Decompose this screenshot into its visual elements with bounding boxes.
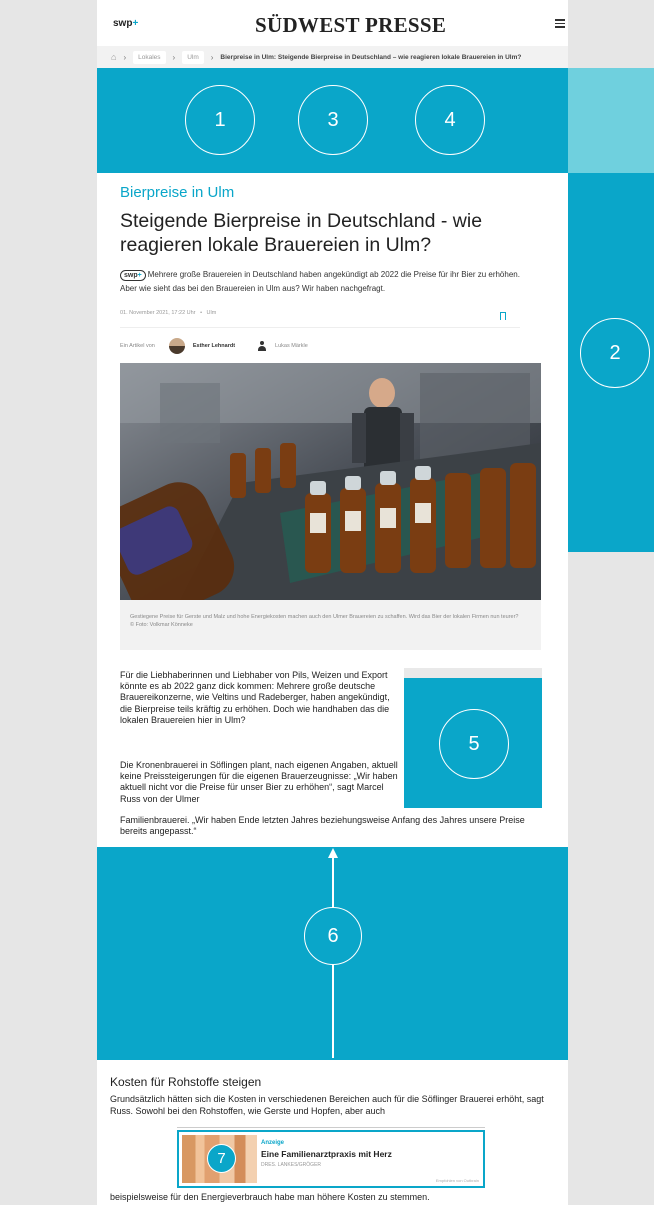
ad-slot-top-right[interactable] (568, 68, 654, 173)
ad-marker-3: 3 (298, 85, 368, 155)
author-row: Ein Artikel von Esther Lehnardt Lukas Mä… (120, 337, 308, 355)
ad-slot-inline-header (404, 668, 542, 678)
swp-plus-logo[interactable]: swp+ (113, 18, 138, 29)
site-logo[interactable]: SÜDWEST PRESSE (255, 13, 446, 38)
article-paragraph-1: Für die Liebhaberinnen und Liebhaber von… (120, 670, 390, 725)
authors-label: Ein Artikel von (120, 343, 155, 349)
photo-credit: © Foto: Volkmar Könneke (130, 622, 193, 628)
teaser-subtitle: DRES. LANKES/GRÖGER (261, 1162, 322, 1168)
lead-text: Mehrere große Brauereien in Deutschland … (120, 270, 520, 293)
swp-plus-badge: swp+ (120, 270, 146, 281)
article-location[interactable]: Ulm (207, 310, 217, 316)
ad-marker-2: 2 (580, 318, 650, 388)
ad-marker-7: 7 (207, 1144, 236, 1173)
ad-marker-6: 6 (304, 907, 362, 965)
home-icon[interactable]: ⌂ (111, 52, 116, 62)
teaser-tag: Anzeige (261, 1140, 285, 1146)
site-header: swp+ SÜDWEST PRESSE (97, 0, 568, 44)
article-paragraph-3: Grundsätzlich hätten sich die Kosten in … (110, 1094, 544, 1116)
caption-text: Gestiegene Preise für Gerste und Malz un… (130, 614, 519, 620)
hamburger-icon[interactable] (555, 19, 565, 28)
ad-marker-1: 1 (185, 85, 255, 155)
photo-caption: Gestiegene Preise für Gerste und Malz un… (120, 600, 541, 650)
breadcrumb: ⌂ › Lokales › Ulm › Bierpreise in Ulm: S… (97, 46, 568, 68)
article-date: 01. November 2021, 17:22 Uhr (120, 310, 196, 316)
meta-separator: • (200, 310, 202, 316)
breadcrumb-item-ulm[interactable]: Ulm (182, 50, 204, 64)
article-headline: Steigende Bierpreise in Deutschland - wi… (120, 210, 483, 256)
divider (120, 327, 520, 328)
chevron-right-icon: › (210, 52, 214, 62)
bookmark-icon[interactable] (500, 312, 506, 320)
chevron-right-icon: › (172, 52, 176, 62)
article-paragraph-2: Die Kronenbrauerei in Söflingen plant, n… (120, 760, 398, 804)
author-avatar[interactable] (168, 338, 185, 354)
teaser-title[interactable]: Eine Familienarztpraxis mit Herz (261, 1149, 392, 1159)
article-meta: 01. November 2021, 17:22 Uhr • Ulm (120, 310, 216, 316)
article-paragraph-4: beispielsweise für den Energieverbrauch … (110, 1192, 430, 1202)
teaser-credit[interactable]: Empfohlen von Outbrain (436, 1178, 479, 1183)
ad-marker-5: 5 (439, 709, 509, 779)
breadcrumb-item-lokales[interactable]: Lokales (133, 50, 166, 64)
author-name-1[interactable]: Esther Lehnardt (193, 343, 235, 349)
article-kicker: Bierpreise in Ulm (120, 184, 235, 201)
arrow-up-icon (328, 848, 338, 858)
person-icon (257, 341, 267, 351)
article-paragraph-2-tail: Familienbrauerei. „Wir haben Ende letzte… (120, 815, 525, 837)
chevron-right-icon: › (123, 52, 127, 62)
article-lead: swp+ Mehrere große Brauereien in Deutschl… (120, 268, 530, 296)
author-name-2[interactable]: Lukas Märkle (275, 343, 308, 349)
ad-marker-4: 4 (415, 85, 485, 155)
brewery-photo-illustration (120, 363, 541, 600)
divider (177, 1127, 485, 1128)
article-photo[interactable] (120, 363, 541, 600)
section-heading: Kosten für Rohstoffe steigen (110, 1075, 262, 1089)
breadcrumb-current: Bierpreise in Ulm: Steigende Bierpreise … (220, 53, 522, 61)
